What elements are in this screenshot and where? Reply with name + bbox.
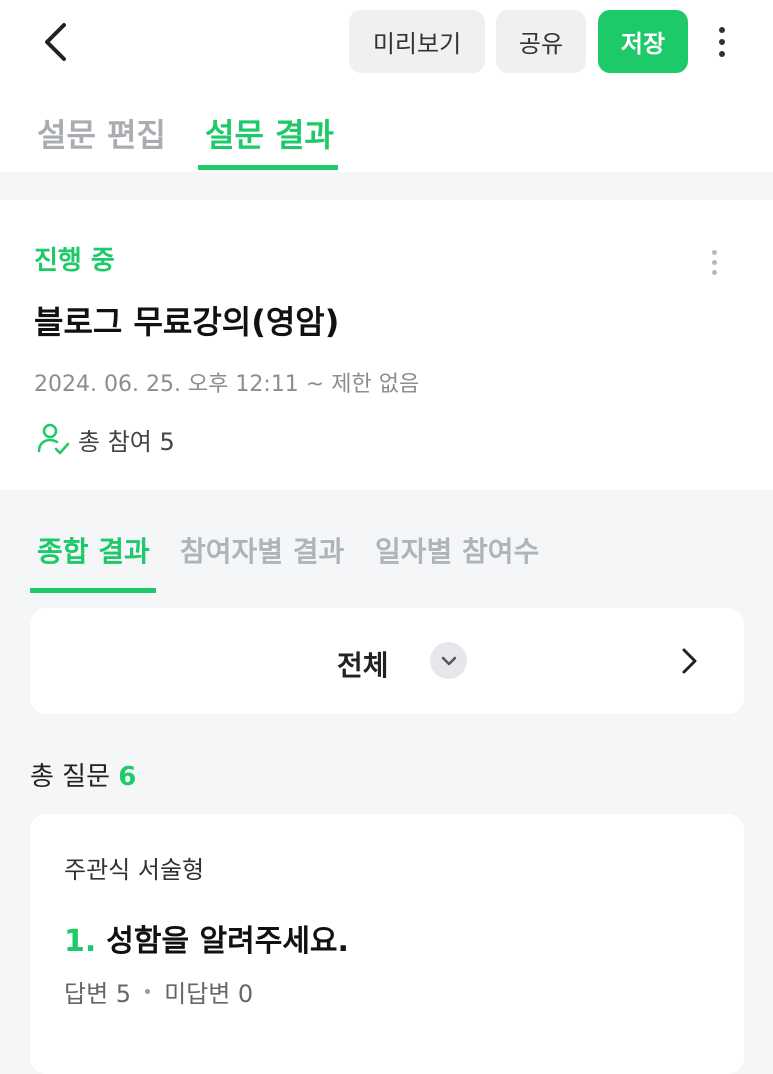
survey-more-button[interactable] — [700, 242, 728, 282]
question-stats: 답변 5 미답변 0 — [64, 974, 253, 1009]
question-count: 총 질문 6 — [30, 756, 136, 793]
top-bar: 미리보기 공유 저장 — [0, 0, 773, 86]
question-title: 1. 성함을 알려주세요. — [64, 916, 349, 960]
more-vertical-icon — [711, 249, 717, 255]
back-button[interactable] — [30, 14, 80, 70]
active-sub-tab-indicator — [30, 588, 156, 593]
chevron-right-icon[interactable] — [675, 644, 703, 678]
tab-result-by-participant[interactable]: 참여자별 결과 — [180, 530, 344, 570]
answered-count: 답변 5 — [64, 980, 132, 1008]
separator-dot — [145, 989, 151, 994]
chevron-left-icon — [45, 23, 66, 61]
chevron-down-icon[interactable] — [430, 642, 467, 679]
preview-button[interactable]: 미리보기 — [349, 10, 485, 73]
question-count-value: 6 — [118, 762, 137, 792]
main-tabs: 설문 편집 설문 결과 — [0, 86, 773, 172]
active-tab-indicator — [198, 165, 338, 170]
question-type: 주관식 서술형 — [64, 856, 205, 884]
unanswered-count: 미답변 0 — [164, 980, 254, 1008]
share-button[interactable]: 공유 — [496, 10, 586, 73]
participants-label: 총 참여 5 — [78, 427, 175, 456]
question-text: 성함을 알려주세요. — [106, 924, 349, 959]
question-card[interactable]: 주관식 서술형 1. 성함을 알려주세요. 답변 5 미답변 0 — [30, 814, 744, 1074]
survey-info-card: 진행 중 블로그 무료강의(영암) 2024. 06. 25. 오후 12:11… — [0, 200, 773, 490]
question-number: 1. — [64, 924, 97, 959]
participant-filter[interactable]: 전체 — [30, 608, 744, 714]
tab-survey-result[interactable]: 설문 결과 — [205, 110, 334, 156]
tab-survey-edit[interactable]: 설문 편집 — [37, 110, 166, 156]
survey-period: 2024. 06. 25. 오후 12:11 ~ 제한 없음 — [34, 372, 420, 397]
more-vertical-icon — [719, 27, 725, 33]
filter-label: 전체 — [337, 649, 389, 682]
user-check-icon — [37, 423, 70, 455]
question-count-label: 총 질문 — [30, 762, 111, 792]
survey-title: 블로그 무료강의(영암) — [34, 303, 340, 341]
tab-total-result[interactable]: 종합 결과 — [37, 530, 150, 570]
save-button[interactable]: 저장 — [598, 10, 688, 73]
tab-participation-by-date[interactable]: 일자별 참여수 — [375, 530, 539, 570]
participants-count: 총 참여 5 — [36, 420, 175, 458]
status-badge: 진행 중 — [34, 246, 115, 276]
more-options-button[interactable] — [704, 18, 740, 66]
result-sub-tabs: 종합 결과 참여자별 결과 일자별 참여수 — [0, 490, 773, 600]
